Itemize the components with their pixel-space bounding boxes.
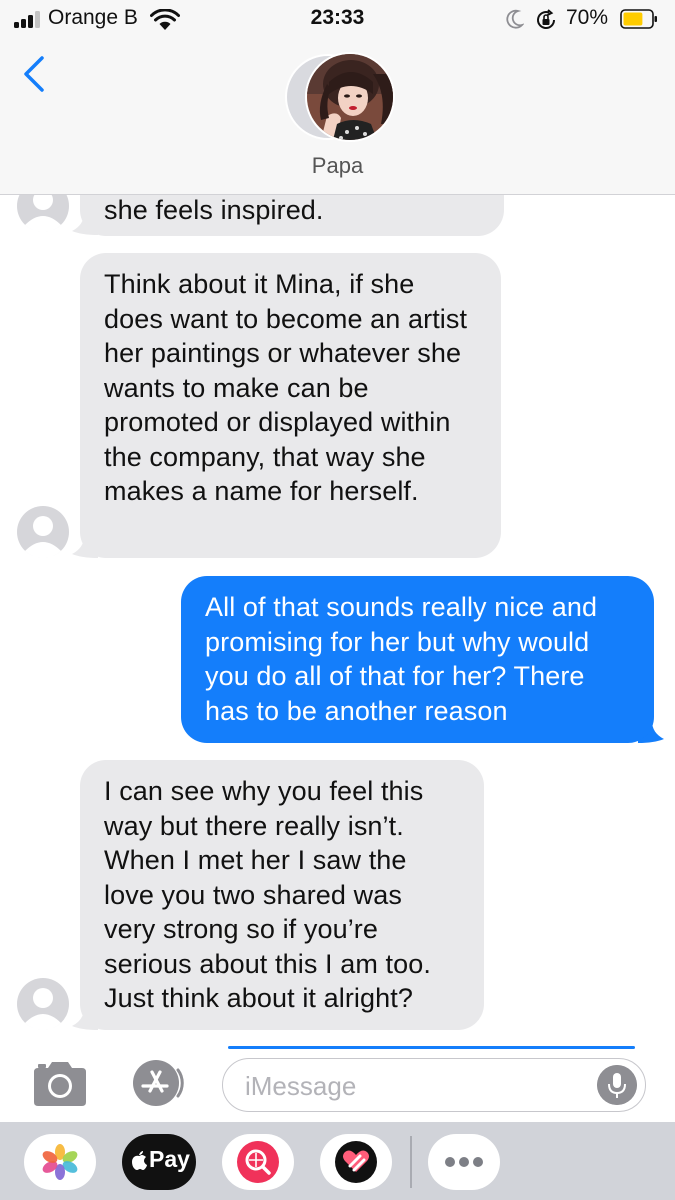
battery-icon [620,9,657,29]
message-text: Think about it Mina, if she does want to… [104,269,468,506]
incoming-message-bubble[interactable]: I can see why you feel this way but ther… [80,760,484,1030]
contact-avatar[interactable] [305,52,395,142]
sender-avatar-icon [17,506,69,559]
sender-avatar-icon [17,195,69,233]
status-bar: Orange B 23:33 70% [0,0,675,38]
back-chevron-icon[interactable] [18,52,54,96]
drawer-divider [410,1136,412,1188]
apple-pay-label: Pay [149,1146,190,1172]
images-search-icon [237,1141,279,1183]
contact-name[interactable]: Papa [0,153,675,179]
apple-pay-icon [132,1151,147,1170]
message-input[interactable] [243,1067,587,1105]
photos-app-button[interactable] [24,1134,96,1190]
camera-icon[interactable] [30,1060,90,1108]
message-thread[interactable]: she feels inspired. Think about it Mina,… [0,195,675,1040]
contact-photo [307,54,393,140]
contact-avatar-group[interactable] [285,50,395,142]
do-not-disturb-icon [506,9,524,29]
message-text: I can see why you feel this way but ther… [104,776,431,1013]
apple-pay-button[interactable]: Pay [122,1134,196,1190]
app-drawer: Pay [0,1122,675,1200]
sender-avatar-icon [17,978,69,1031]
typing-indicator-line [228,1046,635,1049]
microphone-icon[interactable] [597,1065,637,1105]
message-input-field[interactable] [222,1058,646,1112]
digital-touch-app-button[interactable] [320,1134,392,1190]
incoming-message-bubble[interactable]: she feels inspired. [80,195,504,236]
images-app-button[interactable] [222,1134,294,1190]
photos-icon [42,1144,78,1180]
outgoing-message-bubble[interactable]: All of that sounds really nice and promi… [181,576,654,743]
incoming-message-bubble[interactable]: Think about it Mina, if she does want to… [80,253,501,558]
conversation-header: Papa [0,38,675,195]
message-text: All of that sounds really nice and promi… [205,592,598,726]
orientation-lock-icon [537,9,555,29]
battery-percent: 70% [566,6,609,29]
more-apps-icon [445,1157,483,1167]
message-text: she feels inspired. [104,195,324,225]
app-store-icon[interactable] [126,1058,192,1108]
more-apps-button[interactable] [428,1134,500,1190]
digital-touch-icon [335,1141,377,1183]
